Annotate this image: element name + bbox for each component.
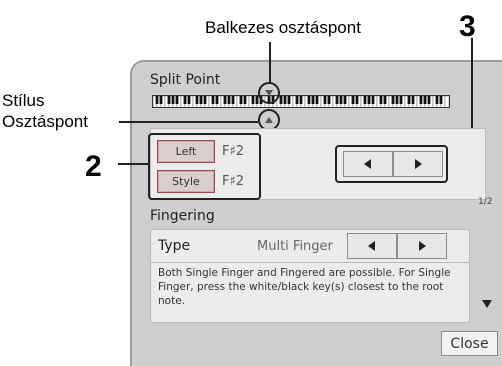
fingering-title: Fingering [150, 208, 215, 224]
style-split-button[interactable]: Style [157, 170, 215, 193]
split-point-increment-button[interactable] [393, 151, 443, 177]
triangle-right-icon [415, 159, 422, 169]
triangle-down-icon [482, 300, 492, 308]
callout-number-3: 3 [459, 10, 476, 43]
split-point-title: Split Point [150, 72, 221, 88]
scroll-down-button[interactable] [481, 296, 493, 314]
annotation-line-top [269, 42, 271, 83]
triangle-down-icon [265, 90, 273, 96]
fingering-divider [150, 262, 470, 263]
callout-number-2: 2 [85, 150, 102, 183]
fingering-increment-button[interactable] [397, 233, 447, 259]
triangle-right-icon [419, 241, 426, 251]
annotation-left-split-point: Balkezes osztáspont [205, 18, 361, 37]
fingering-type-value: Multi Finger [257, 239, 333, 254]
annotation-line-left [119, 121, 258, 123]
left-split-point-marker[interactable] [258, 82, 280, 104]
keyboard-keys-graphic [153, 96, 449, 107]
left-split-value: F♯2 [222, 144, 245, 159]
close-button[interactable]: Close [441, 331, 498, 356]
keyboard-strip [152, 95, 450, 108]
triangle-up-icon [265, 117, 273, 123]
page-indicator: 1/2 [478, 197, 493, 207]
triangle-left-icon [368, 241, 375, 251]
fingering-description: Both Single Finger and Fingered are poss… [158, 267, 451, 307]
style-split-value: F♯2 [222, 174, 245, 189]
annotation-style-line1: Stílus [2, 91, 45, 110]
annotation-style-line2: Osztáspont [2, 112, 88, 131]
fingering-type-label: Type [158, 238, 191, 254]
left-split-button[interactable]: Left [157, 140, 215, 163]
triangle-left-icon [364, 159, 371, 169]
fingering-decrement-button[interactable] [347, 233, 397, 259]
split-point-decrement-button[interactable] [343, 151, 393, 177]
annotation-line-2 [118, 163, 148, 165]
